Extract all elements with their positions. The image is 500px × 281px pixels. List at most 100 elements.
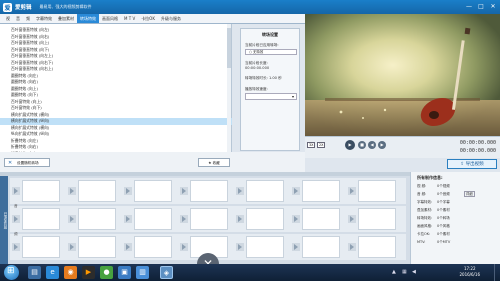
close-button[interactable]: ✕ bbox=[489, 3, 497, 10]
tab-4[interactable]: 叠加素材 bbox=[55, 14, 77, 23]
transition-slot[interactable] bbox=[12, 243, 20, 251]
clip-slot[interactable] bbox=[78, 208, 116, 230]
media-icon[interactable]: ▶ bbox=[82, 266, 95, 279]
network-icon[interactable]: ▦ bbox=[402, 269, 407, 275]
next-frame-icon[interactable]: ▶ bbox=[378, 141, 386, 149]
clip-slot[interactable] bbox=[22, 236, 60, 258]
clip-slot[interactable] bbox=[22, 208, 60, 230]
volume-icon[interactable]: ◀ bbox=[412, 269, 416, 275]
transition-slot[interactable] bbox=[68, 215, 76, 223]
ratio-3x-button[interactable]: 3X bbox=[307, 142, 316, 148]
ratio-2x-button[interactable]: 2X bbox=[317, 142, 326, 148]
clip-slot[interactable] bbox=[358, 236, 396, 258]
effect-list-scrollbar[interactable] bbox=[227, 24, 231, 152]
tab-5[interactable]: 转场特效 bbox=[77, 14, 99, 23]
transition-slot[interactable] bbox=[348, 187, 356, 195]
timeline-track bbox=[10, 178, 406, 204]
aijianji-taskbar-icon[interactable]: ◈ bbox=[160, 266, 173, 279]
clip-slot[interactable] bbox=[358, 208, 396, 230]
transition-slot[interactable] bbox=[236, 215, 244, 223]
info-value: 0个音频 bbox=[437, 192, 450, 196]
ie-icon[interactable]: e bbox=[46, 266, 59, 279]
speed-value[interactable]: 1.00 秒 bbox=[269, 76, 282, 80]
timeline-panel: 已添加片段 音频 bbox=[0, 172, 410, 264]
transition-slot[interactable] bbox=[12, 187, 20, 195]
transition-slot[interactable] bbox=[180, 243, 188, 251]
transition-slot[interactable] bbox=[348, 215, 356, 223]
info-value: 0个素材 bbox=[437, 232, 450, 236]
transition-slot[interactable] bbox=[180, 215, 188, 223]
transition-slot[interactable] bbox=[124, 187, 132, 195]
info-row: 字幕特效: 0个字幕 bbox=[417, 200, 499, 205]
minimize-button[interactable]: — bbox=[465, 3, 473, 10]
tab-3[interactable]: 字幕特效 bbox=[33, 14, 55, 23]
play-icon[interactable]: ▶ bbox=[345, 140, 355, 150]
info-key: 视 频: bbox=[417, 184, 427, 188]
clip-slot[interactable] bbox=[302, 236, 340, 258]
start-button[interactable] bbox=[4, 265, 19, 280]
green-app-icon[interactable]: ● bbox=[100, 266, 113, 279]
clip-slot[interactable] bbox=[246, 236, 284, 258]
clip-slot[interactable] bbox=[246, 180, 284, 202]
transition-slot[interactable] bbox=[292, 243, 300, 251]
firefox-icon[interactable]: ◉ bbox=[64, 266, 77, 279]
tab-6[interactable]: 画面风格 bbox=[99, 14, 121, 23]
show-desktop-button[interactable] bbox=[494, 264, 500, 281]
transition-slot[interactable] bbox=[180, 187, 188, 195]
clip-slot[interactable] bbox=[134, 180, 172, 202]
clip-slot[interactable] bbox=[358, 180, 396, 202]
clip-slot[interactable] bbox=[78, 236, 116, 258]
transition-slot[interactable] bbox=[124, 243, 132, 251]
transition-slot[interactable] bbox=[292, 187, 300, 195]
transition-slot[interactable] bbox=[236, 187, 244, 195]
tab-0[interactable]: 视 bbox=[3, 14, 13, 23]
clip-slot[interactable] bbox=[134, 208, 172, 230]
clip-slot[interactable] bbox=[134, 236, 172, 258]
video-app-icon[interactable]: ▥ bbox=[136, 266, 149, 279]
transition-slot[interactable] bbox=[124, 215, 132, 223]
clip-slot[interactable] bbox=[190, 180, 228, 202]
prev-frame-icon[interactable]: ◀ bbox=[368, 141, 376, 149]
info-row: 叠加素材: 0个素材 bbox=[417, 208, 499, 213]
transition-settings-panel: 转场设置 当前片段已应用转场: ○ 无特效 当前片段长度: 00:00:00.0… bbox=[240, 28, 300, 151]
tab-8[interactable]: 卡拉OK bbox=[138, 14, 158, 23]
transition-slot[interactable] bbox=[68, 243, 76, 251]
transition-slot[interactable] bbox=[292, 215, 300, 223]
tray-arrow-icon[interactable]: ▲ bbox=[392, 269, 396, 275]
total-time: 00:00:00.000 bbox=[459, 148, 496, 154]
timeline-header bbox=[0, 172, 410, 176]
mode-select[interactable]: ▾ bbox=[245, 93, 297, 100]
shuffle-icon: ✕ bbox=[8, 160, 13, 166]
transition-slot[interactable] bbox=[68, 187, 76, 195]
duration-value: 00:00:00.000 bbox=[245, 66, 270, 70]
info-detail-button[interactable]: 详细 bbox=[463, 191, 475, 197]
info-value: 0个素材 bbox=[437, 208, 450, 212]
folder-icon[interactable]: ▤ bbox=[28, 266, 41, 279]
collect-button[interactable]: ★ 收藏 bbox=[198, 158, 230, 167]
system-clock[interactable]: 17:22 2016/6/16 bbox=[459, 266, 480, 278]
clip-slot[interactable] bbox=[78, 180, 116, 202]
tab-7[interactable]: M T V bbox=[121, 14, 138, 23]
clip-slot[interactable] bbox=[302, 180, 340, 202]
info-value: 0个风格 bbox=[437, 224, 450, 228]
doc-icon[interactable]: ▣ bbox=[118, 266, 131, 279]
transition-slot[interactable] bbox=[236, 243, 244, 251]
clip-slot[interactable] bbox=[190, 208, 228, 230]
clip-slot[interactable] bbox=[302, 208, 340, 230]
collect-label: 收藏 bbox=[212, 161, 220, 165]
clip-slot[interactable] bbox=[246, 208, 284, 230]
random-transition-setting-button[interactable]: ✕ 设置随机转场 bbox=[4, 158, 50, 167]
transition-slot[interactable] bbox=[348, 243, 356, 251]
scrollbar-thumb[interactable] bbox=[227, 28, 231, 68]
export-video-button[interactable]: ⇪ 导出视频 bbox=[447, 159, 497, 169]
app-logo-icon: 爱 bbox=[3, 2, 12, 12]
chevron-down-icon: ▾ bbox=[291, 94, 294, 99]
tab-2[interactable]: 频 bbox=[23, 14, 33, 23]
clip-slot[interactable] bbox=[22, 180, 60, 202]
transition-slot[interactable] bbox=[12, 215, 20, 223]
info-value: 0个MTV bbox=[437, 240, 451, 244]
maximize-button[interactable]: □ bbox=[477, 3, 485, 10]
tab-9[interactable]: 升级与服务 bbox=[158, 14, 184, 23]
stop-icon[interactable]: ■ bbox=[358, 141, 366, 149]
tab-1[interactable]: 音 bbox=[13, 14, 23, 23]
